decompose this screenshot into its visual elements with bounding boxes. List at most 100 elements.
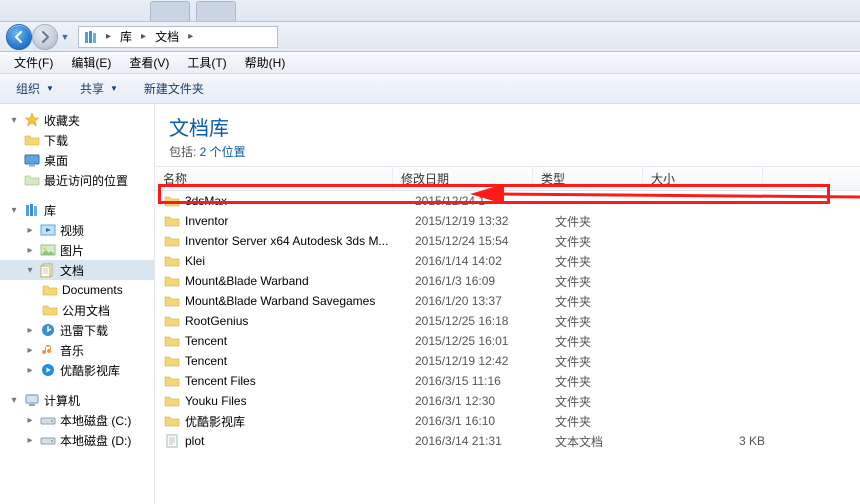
tree-public-documents[interactable]: 公用文档 [0,300,154,320]
tree-downloads[interactable]: 下载 [0,130,154,150]
file-name: Inventor Server x64 Autodesk 3ds M... [185,234,415,248]
folder-icon [163,412,181,430]
expander-icon[interactable]: ▸ [24,225,36,236]
chevron-down-icon: ▼ [46,84,54,93]
nav-history-dropdown[interactable]: ▼ [58,26,72,48]
file-date: 2016/3/14 21:31 [415,434,555,448]
tree-disk-c[interactable]: ▸ 本地磁盘 (C:) [0,410,154,430]
list-item[interactable]: Tencent Files2016/3/15 11:16文件夹 [155,371,860,391]
tree-documents-en[interactable]: Documents [0,280,154,300]
expander-icon[interactable]: ▾ [24,265,36,276]
tree-computer[interactable]: ▾ 计算机 [0,390,154,410]
list-item[interactable]: Mount&Blade Warband Savegames2016/1/20 1… [155,291,860,311]
folder-icon [163,252,181,270]
tree-documents[interactable]: ▾ 文档 [0,260,154,280]
chevron-right-icon: ▸ [187,31,194,42]
new-folder-button[interactable]: 新建文件夹 [136,77,214,100]
file-name: Tencent [185,334,415,348]
list-item[interactable]: Tencent2015/12/19 12:42文件夹 [155,351,860,371]
tree-videos[interactable]: ▸ 视频 [0,220,154,240]
menu-tools[interactable]: 工具(T) [179,52,234,73]
expander-icon[interactable]: ▸ [24,245,36,256]
chevron-down-icon: ▼ [110,84,118,93]
list-item[interactable]: Inventor2015/12/19 13:32文件夹 [155,211,860,231]
breadcrumb[interactable]: ▸ 库 ▸ 文档 ▸ [78,26,278,48]
expander-icon[interactable]: ▸ [24,325,36,336]
tree-recent[interactable]: 最近访问的位置 [0,170,154,190]
expander-icon[interactable]: ▸ [24,365,36,376]
file-icon [163,432,181,450]
chevron-right-icon: ▸ [105,31,112,42]
share-button[interactable]: 共享▼ [72,77,128,100]
menu-view[interactable]: 查看(V) [121,52,177,73]
taskbar-thumb-2[interactable] [196,1,236,21]
column-size[interactable]: 大小 [643,167,763,190]
folder-icon [42,282,58,298]
tree-youku[interactable]: ▸ 优酷影视库 [0,360,154,380]
list-item[interactable]: RootGenius2015/12/25 16:18文件夹 [155,311,860,331]
menu-help[interactable]: 帮助(H) [237,52,294,73]
list-item[interactable]: Mount&Blade Warband2016/1/3 16:09文件夹 [155,271,860,291]
taskbar-preview-strip [0,0,860,22]
tree-xunlei[interactable]: ▸ 迅雷下载 [0,320,154,340]
file-date: 2016/3/1 16:10 [415,414,555,428]
expander-icon[interactable]: ▸ [24,435,36,446]
taskbar-thumb-1[interactable] [150,1,190,21]
list-item[interactable]: 优酷影视库2016/3/1 16:10文件夹 [155,411,860,431]
breadcrumb-root[interactable]: 库 [118,28,134,45]
menu-file[interactable]: 文件(F) [6,52,61,73]
file-date: 2016/1/14 14:02 [415,254,555,268]
list-item[interactable]: 3dsMax2015/12/24 1文件夹 [155,191,860,211]
expander-icon[interactable]: ▸ [24,345,36,356]
menu-bar: 文件(F) 编辑(E) 查看(V) 工具(T) 帮助(H) [0,52,860,74]
file-date: 2016/3/15 11:16 [415,374,555,388]
star-icon [24,112,40,128]
file-list[interactable]: 3dsMax2015/12/24 1文件夹Inventor2015/12/19 … [155,191,860,504]
file-date: 2015/12/24 15:54 [415,234,555,248]
tree-disk-d[interactable]: ▸ 本地磁盘 (D:) [0,430,154,450]
content-pane: 文档库 包括: 2 个位置 名称 修改日期 类型 大小 3dsMax2015/1… [155,104,860,504]
tree-desktop[interactable]: 桌面 [0,150,154,170]
folder-icon [163,392,181,410]
expander-icon[interactable]: ▸ [24,415,36,426]
file-type: 文件夹 [555,373,665,390]
file-date: 2016/3/1 12:30 [415,394,555,408]
menu-edit[interactable]: 编辑(E) [63,52,119,73]
navigation-tree[interactable]: ▾ 收藏夹 下载 桌面 最近访问的位置 ▾ 库 ▸ 视频 [0,104,155,504]
column-headers[interactable]: 名称 修改日期 类型 大小 [155,167,860,191]
tree-music[interactable]: ▸ 音乐 [0,340,154,360]
toolbar: 组织▼ 共享▼ 新建文件夹 [0,74,860,104]
library-locations-link[interactable]: 2 个位置 [200,145,246,159]
documents-icon [40,262,56,278]
file-name: Tencent Files [185,374,415,388]
list-item[interactable]: Klei2016/1/14 14:02文件夹 [155,251,860,271]
expander-icon[interactable]: ▾ [8,395,20,406]
list-item[interactable]: Tencent2015/12/25 16:01文件夹 [155,331,860,351]
organize-button[interactable]: 组织▼ [8,77,64,100]
nav-forward-button[interactable] [32,24,58,50]
file-name: Mount&Blade Warband Savegames [185,294,415,308]
folder-icon [163,372,181,390]
library-subtitle: 包括: 2 个位置 [169,143,846,160]
column-date[interactable]: 修改日期 [393,167,533,190]
desktop-icon [24,152,40,168]
expander-icon[interactable]: ▾ [8,205,20,216]
file-name: Klei [185,254,415,268]
tree-pictures[interactable]: ▸ 图片 [0,240,154,260]
list-item[interactable]: Youku Files2016/3/1 12:30文件夹 [155,391,860,411]
file-type: 文件夹 [555,213,665,230]
list-item[interactable]: plot2016/3/14 21:31文本文档3 KB [155,431,860,451]
nav-back-button[interactable] [6,24,32,50]
file-name: Mount&Blade Warband [185,274,415,288]
recent-icon [24,172,40,188]
column-type[interactable]: 类型 [533,167,643,190]
column-name[interactable]: 名称 [155,167,393,190]
library-title: 文档库 [169,112,846,141]
library-icon [24,202,40,218]
tree-favorites[interactable]: ▾ 收藏夹 [0,110,154,130]
file-date: 2015/12/24 1 [415,194,555,208]
list-item[interactable]: Inventor Server x64 Autodesk 3ds M...201… [155,231,860,251]
tree-libraries[interactable]: ▾ 库 [0,200,154,220]
expander-icon[interactable]: ▾ [8,115,20,126]
breadcrumb-current[interactable]: 文档 [153,28,181,45]
